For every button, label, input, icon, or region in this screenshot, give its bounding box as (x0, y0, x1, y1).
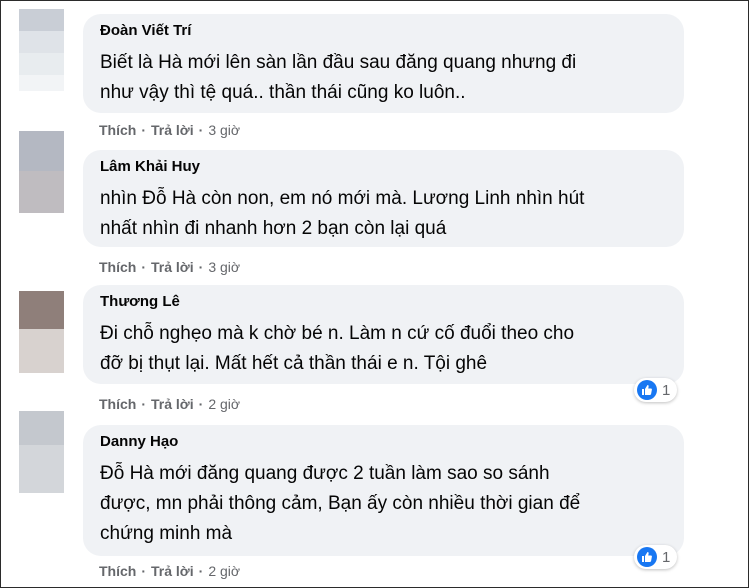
reaction-summary[interactable]: 1 (634, 378, 678, 402)
comment-text: Đỗ Hà mới đăng quang được 2 tuần làm sao… (100, 463, 581, 544)
avatar[interactable] (19, 9, 64, 91)
reply-button[interactable]: Trả lời (151, 122, 194, 138)
comment-author[interactable]: Đoàn Viết Trí (100, 22, 191, 39)
comments-panel: Đoàn Viết Trí Biết là Hà mới lên sàn lần… (0, 0, 749, 588)
like-button[interactable]: Thích (99, 396, 136, 412)
comment-text: nhìn Đỗ Hà còn non, em nó mới mà. Lương … (100, 188, 585, 239)
comment-actions: Thích · Trả lời · 2 giờ (99, 563, 241, 579)
reply-button[interactable]: Trả lời (151, 563, 194, 579)
comment-text: Biết là Hà mới lên sàn lần đầu sau đăng … (100, 52, 577, 103)
like-icon (637, 380, 657, 400)
comment-timestamp[interactable]: 2 giờ (208, 396, 240, 412)
comment-bubble: Lâm Khải Huy nhìn Đỗ Hà còn non, em nó m… (83, 150, 684, 247)
comment-timestamp[interactable]: 3 giờ (208, 259, 240, 275)
comment-author[interactable]: Lâm Khải Huy (100, 158, 200, 175)
avatar[interactable] (19, 291, 64, 373)
like-button[interactable]: Thích (99, 563, 136, 579)
comment-timestamp[interactable]: 2 giờ (208, 563, 240, 579)
avatar[interactable] (19, 411, 64, 493)
like-button[interactable]: Thích (99, 122, 136, 138)
comment-author[interactable]: Danny Hạo (100, 433, 178, 450)
reaction-count: 1 (662, 548, 671, 566)
comment-actions: Thích · Trả lời · 3 giờ (99, 259, 241, 275)
comment-actions: Thích · Trả lời · 3 giờ (99, 122, 241, 138)
avatar[interactable] (19, 131, 64, 213)
comment-bubble: Thương Lê Đi chỗ nghẹo mà k chờ bé n. Là… (83, 285, 684, 384)
reaction-count: 1 (662, 381, 671, 399)
reply-button[interactable]: Trả lời (151, 396, 194, 412)
comment-text: Đi chỗ nghẹo mà k chờ bé n. Làm n cứ cố … (100, 323, 575, 374)
reply-button[interactable]: Trả lời (151, 259, 194, 275)
like-icon (637, 547, 657, 567)
comment-bubble: Danny Hạo Đỗ Hà mới đăng quang được 2 tu… (83, 425, 684, 556)
comment-bubble: Đoàn Viết Trí Biết là Hà mới lên sàn lần… (83, 14, 684, 113)
comment-author[interactable]: Thương Lê (100, 293, 180, 310)
comment-actions: Thích · Trả lời · 2 giờ (99, 396, 241, 412)
comment-timestamp[interactable]: 3 giờ (208, 122, 240, 138)
reaction-summary[interactable]: 1 (634, 545, 678, 569)
like-button[interactable]: Thích (99, 259, 136, 275)
